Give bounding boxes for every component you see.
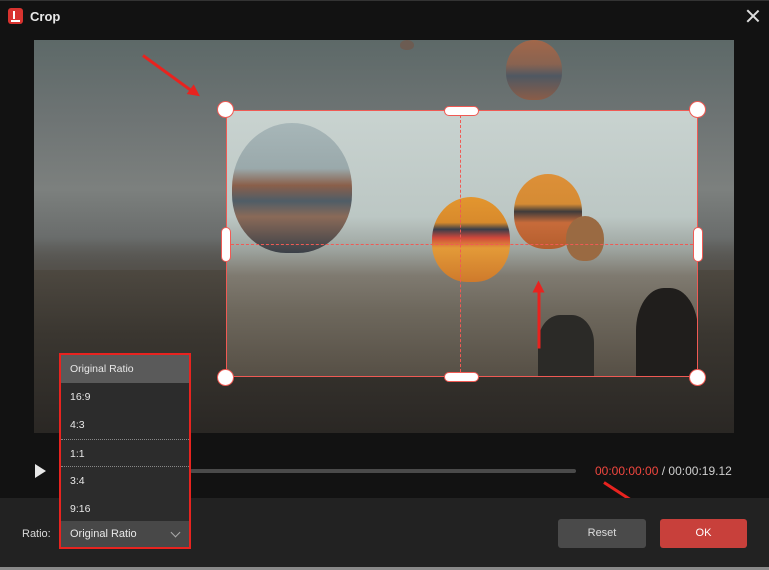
total-time: 00:00:19.12	[668, 464, 732, 478]
current-time: 00:00:00:00	[595, 464, 659, 478]
crop-handle-bottom-left[interactable]	[217, 369, 234, 386]
crop-handle-bottom-right[interactable]	[689, 369, 706, 386]
close-button[interactable]	[744, 7, 762, 25]
crop-handle-top-left[interactable]	[217, 101, 234, 118]
title-bar: Crop	[0, 0, 769, 32]
ratio-option-1-1[interactable]: 1:1	[61, 439, 189, 467]
crop-handle-right[interactable]	[693, 227, 703, 262]
ratio-label: Ratio:	[22, 528, 51, 540]
ratio-select-value: Original Ratio	[70, 528, 137, 540]
time-separator: /	[658, 464, 669, 478]
ratio-option-original[interactable]: Original Ratio	[61, 355, 189, 383]
crop-guide-horizontal	[226, 244, 698, 245]
annotation-arrow-up	[537, 288, 541, 349]
seek-bar[interactable]	[190, 469, 576, 473]
play-button[interactable]	[35, 464, 46, 478]
crop-handle-bottom[interactable]	[444, 372, 479, 382]
video-balloon	[506, 40, 562, 100]
video-balloon	[400, 40, 414, 50]
crop-handle-left[interactable]	[221, 227, 231, 262]
ratio-option-3-4[interactable]: 3:4	[61, 467, 189, 495]
ratio-select[interactable]: Original Ratio	[61, 521, 189, 547]
ok-button[interactable]: OK	[660, 519, 747, 548]
ratio-option-16-9[interactable]: 16:9	[61, 383, 189, 411]
time-display: 00:00:00:00 / 00:00:19.12	[595, 464, 732, 478]
ratio-option-4-3[interactable]: 4:3	[61, 411, 189, 439]
ratio-option-9-16[interactable]: 9:16	[61, 495, 189, 523]
window-title: Crop	[30, 9, 61, 24]
crop-handle-top-right[interactable]	[689, 101, 706, 118]
chevron-down-icon	[170, 527, 181, 538]
ratio-dropdown[interactable]: Original Ratio 16:9 4:3 1:1 3:4 9:16 Ori…	[59, 353, 191, 549]
reset-button[interactable]: Reset	[558, 519, 646, 548]
app-logo-icon	[8, 8, 23, 24]
crop-handle-top[interactable]	[444, 106, 479, 116]
